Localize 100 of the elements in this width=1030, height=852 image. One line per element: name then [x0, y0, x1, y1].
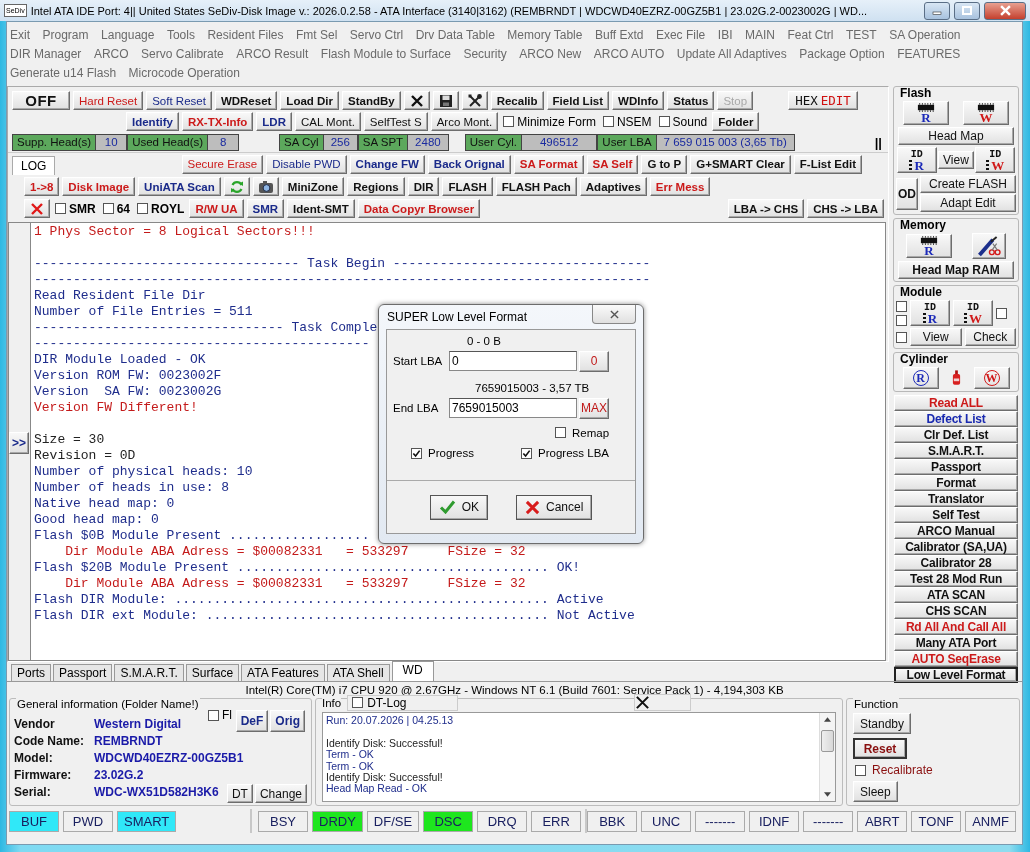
icon-button[interactable]	[432, 91, 459, 110]
menu-item[interactable]: Tools	[166, 27, 195, 42]
toolbar-button[interactable]: LDR	[256, 112, 292, 131]
checkbox[interactable]	[503, 116, 515, 127]
close-icon[interactable]	[634, 695, 650, 710]
toolbar-button[interactable]: G+SMART Clear	[690, 154, 791, 174]
function-button[interactable]: Clr Def. List	[894, 427, 1018, 443]
panel-button[interactable]: DT	[226, 784, 253, 803]
toolbar-button[interactable]: Disable PWD	[266, 154, 347, 174]
panel-button[interactable]: DeF	[235, 710, 269, 732]
menu-item[interactable]: Buff Extd	[594, 27, 644, 42]
id-button[interactable]: ID R	[896, 147, 937, 173]
function-button[interactable]: Read ALL	[894, 395, 1018, 411]
reset-button[interactable]: Reset	[853, 738, 907, 759]
toolbar-button[interactable]: Back Orignal	[427, 154, 511, 174]
menu-item[interactable]: Resident Files	[207, 27, 284, 42]
menu-item[interactable]: Feat Ctrl	[787, 27, 834, 42]
tab[interactable]: Ports	[11, 664, 51, 681]
menu-item[interactable]: Memory Table	[507, 27, 583, 42]
toolbar-button[interactable]: Ident-SMT	[287, 199, 355, 218]
toolbar-button[interactable]: SA Self	[586, 154, 639, 174]
toolbar-button[interactable]: WDInfo	[612, 91, 665, 110]
icon-button[interactable]	[252, 177, 279, 196]
checkbox[interactable]	[137, 203, 149, 214]
toolbar-button[interactable]: Disk Image	[62, 177, 136, 196]
toolbar-button[interactable]: Secure Erase	[181, 154, 264, 174]
toolbar-button[interactable]: Hard Reset	[73, 91, 144, 110]
toolbar-button[interactable]: Change FW	[349, 154, 425, 174]
scrollbar[interactable]	[819, 713, 835, 801]
panel-button[interactable]: Change	[254, 784, 307, 803]
menu-item[interactable]: FEATURES	[897, 46, 961, 61]
toolbar-button[interactable]: 1->8	[24, 177, 60, 196]
log-tab[interactable]: LOG	[12, 156, 56, 175]
splitter-handle[interactable]: ||	[874, 134, 882, 150]
menu-item[interactable]: Generate u14 Flash	[10, 65, 117, 80]
toolbar-button[interactable]: Err Mess	[649, 177, 711, 196]
cancel-button[interactable]: Cancel	[516, 494, 593, 520]
toolbar-button[interactable]: Field List	[546, 91, 610, 110]
function-button[interactable]: Many ATA Port	[894, 635, 1018, 651]
close-button[interactable]	[592, 305, 636, 324]
menu-item[interactable]: ARCO New	[519, 46, 582, 61]
checkbox[interactable]	[208, 709, 219, 721]
toolbar-button[interactable]: Data Copyr Browser	[357, 199, 481, 218]
toolbar-button[interactable]: SA Format	[513, 154, 584, 174]
menu-item[interactable]: Fmt Sel	[295, 27, 338, 42]
checkbox[interactable]	[555, 427, 566, 438]
minimize-button[interactable]	[924, 1, 950, 20]
input-field[interactable]: 0	[449, 351, 577, 371]
head-map-button[interactable]: Head Map	[898, 127, 1014, 145]
checkbox[interactable]	[55, 203, 66, 214]
toolbar-button[interactable]: WDReset	[214, 91, 278, 110]
read-button[interactable]: R	[903, 101, 949, 125]
toolbar-button[interactable]: G to P	[641, 154, 688, 174]
toolbar-button[interactable]: UniATA Scan	[138, 177, 221, 196]
function-button[interactable]: Format	[894, 475, 1018, 491]
checkbox[interactable]	[996, 307, 1007, 319]
function-button[interactable]: S.M.A.R.T.	[894, 443, 1018, 459]
menu-item[interactable]: SA Operation	[889, 27, 961, 42]
checkbox[interactable]	[855, 764, 866, 776]
menu-item[interactable]: Flash Module to Surface	[320, 46, 451, 61]
toolbar-button[interactable]: Adaptives	[579, 177, 647, 196]
toolbar-button[interactable]: SelfTest S	[363, 112, 428, 131]
checkbox[interactable]	[658, 116, 670, 127]
toolbar-button[interactable]: OFF	[12, 91, 70, 110]
set-button[interactable]: MAX	[579, 397, 609, 419]
menu-item[interactable]: Exec File	[655, 27, 706, 42]
close-button[interactable]	[984, 1, 1026, 20]
menu-item[interactable]: Package Option	[799, 46, 885, 61]
scroll-thumb[interactable]	[821, 730, 834, 752]
function-button[interactable]: ARCO Manual	[894, 523, 1018, 539]
function-button[interactable]: Calibrator (SA,UA)	[894, 539, 1018, 555]
toolbar-button[interactable]: F-List Edit	[793, 154, 862, 174]
adapt-edit-button[interactable]: Adapt Edit	[920, 194, 1016, 212]
tab[interactable]: ATA Shell	[326, 664, 390, 681]
write-button[interactable]: W	[963, 101, 1009, 125]
od-button[interactable]: OD	[896, 177, 918, 210]
checkbox[interactable]	[521, 447, 533, 459]
toolbar-button[interactable]: HEX EDIT	[788, 91, 858, 110]
standby-button[interactable]: Standby	[853, 713, 912, 734]
tab[interactable]: ATA Features	[241, 664, 325, 681]
function-button[interactable]: Rd All And Call All	[894, 619, 1018, 635]
function-button[interactable]: Translator	[894, 491, 1018, 507]
checkbox[interactable]	[102, 203, 114, 214]
toolbar-button[interactable]: CAL Mont.	[294, 112, 361, 131]
function-button[interactable]: Calibrator 28	[894, 555, 1018, 571]
checkbox[interactable]	[352, 697, 364, 708]
toolbar-button[interactable]: Status	[667, 91, 715, 110]
toolbar-button[interactable]: CHS -> LBA	[807, 199, 884, 218]
menu-item[interactable]: Language	[101, 27, 155, 42]
menu-item[interactable]: ARCO AUTO	[593, 46, 665, 61]
menu-item[interactable]: Servo Calibrate	[141, 46, 224, 61]
panel-button[interactable]: Orig	[270, 710, 305, 732]
toolbar-button[interactable]: RX-TX-Info	[181, 112, 254, 131]
toolbar-button[interactable]: StandBy	[342, 91, 401, 110]
function-button[interactable]: CHS SCAN	[894, 603, 1018, 619]
menu-item[interactable]: IBI	[717, 27, 733, 42]
toolbar-button[interactable]: FLASH Pach	[495, 177, 577, 196]
menu-item[interactable]: Microcode Operation	[128, 65, 240, 80]
menu-item[interactable]: Exit	[10, 27, 30, 42]
function-button[interactable]: AUTO SeqErase	[894, 651, 1018, 667]
